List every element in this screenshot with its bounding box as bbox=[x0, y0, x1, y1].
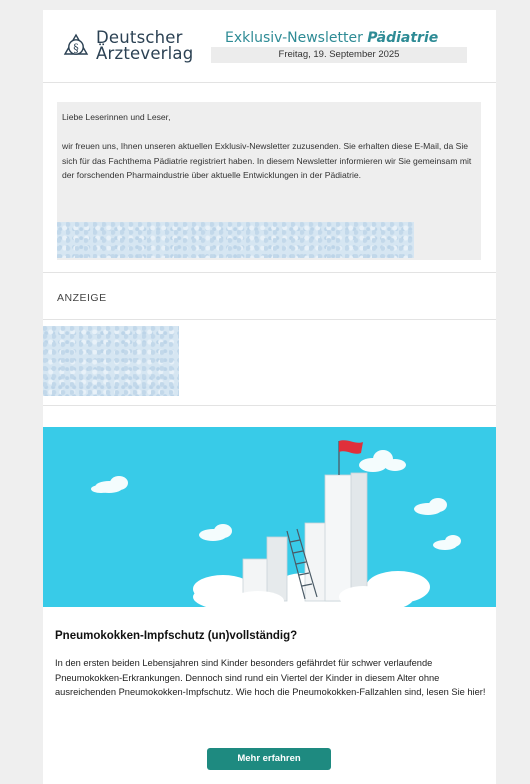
intro-block: Liebe Leserinnen und Leser, wir freuen u… bbox=[57, 102, 481, 260]
newsletter-card: § Deutscher Ärzteverlag Exklusiv-Newslet… bbox=[43, 10, 496, 784]
logo-section-icon: § bbox=[63, 33, 89, 55]
divider bbox=[43, 272, 496, 273]
redacted-ad-image[interactable] bbox=[43, 326, 179, 396]
newsletter-header: § Deutscher Ärzteverlag Exklusiv-Newslet… bbox=[43, 10, 496, 83]
issue-date: Freitag, 19. September 2025 bbox=[211, 47, 467, 63]
greeting-text: Liebe Leserinnen und Leser, bbox=[62, 112, 171, 122]
ad-label: ANZEIGE bbox=[57, 292, 107, 304]
divider bbox=[43, 319, 496, 320]
article-text: In den ersten beiden Lebensjahren sind K… bbox=[55, 658, 486, 697]
intro-paragraph: wir freuen uns, Ihnen unseren aktuellen … bbox=[62, 141, 472, 180]
logo-wordmark: Deutscher Ärzteverlag bbox=[96, 29, 194, 63]
logo-line-2: Ärzteverlag bbox=[96, 44, 194, 63]
read-more-button[interactable]: Mehr erfahren bbox=[207, 748, 331, 770]
article-hero-image[interactable] bbox=[43, 427, 496, 607]
bar-chart-illustration bbox=[91, 440, 461, 607]
article-title[interactable]: Pneumokokken-Impfschutz (un)vollständig? bbox=[55, 630, 297, 642]
newsletter-title-prefix: Exklusiv-Newsletter bbox=[225, 30, 363, 46]
newsletter-title-topic: Pädiatrie bbox=[367, 30, 439, 46]
publisher-logo[interactable]: § Deutscher Ärzteverlag bbox=[63, 29, 193, 66]
svg-text:§: § bbox=[73, 42, 79, 55]
newsletter-title: Exklusiv-Newsletter Pädiatrie bbox=[225, 30, 438, 46]
redacted-image bbox=[57, 222, 414, 258]
divider bbox=[43, 405, 496, 406]
